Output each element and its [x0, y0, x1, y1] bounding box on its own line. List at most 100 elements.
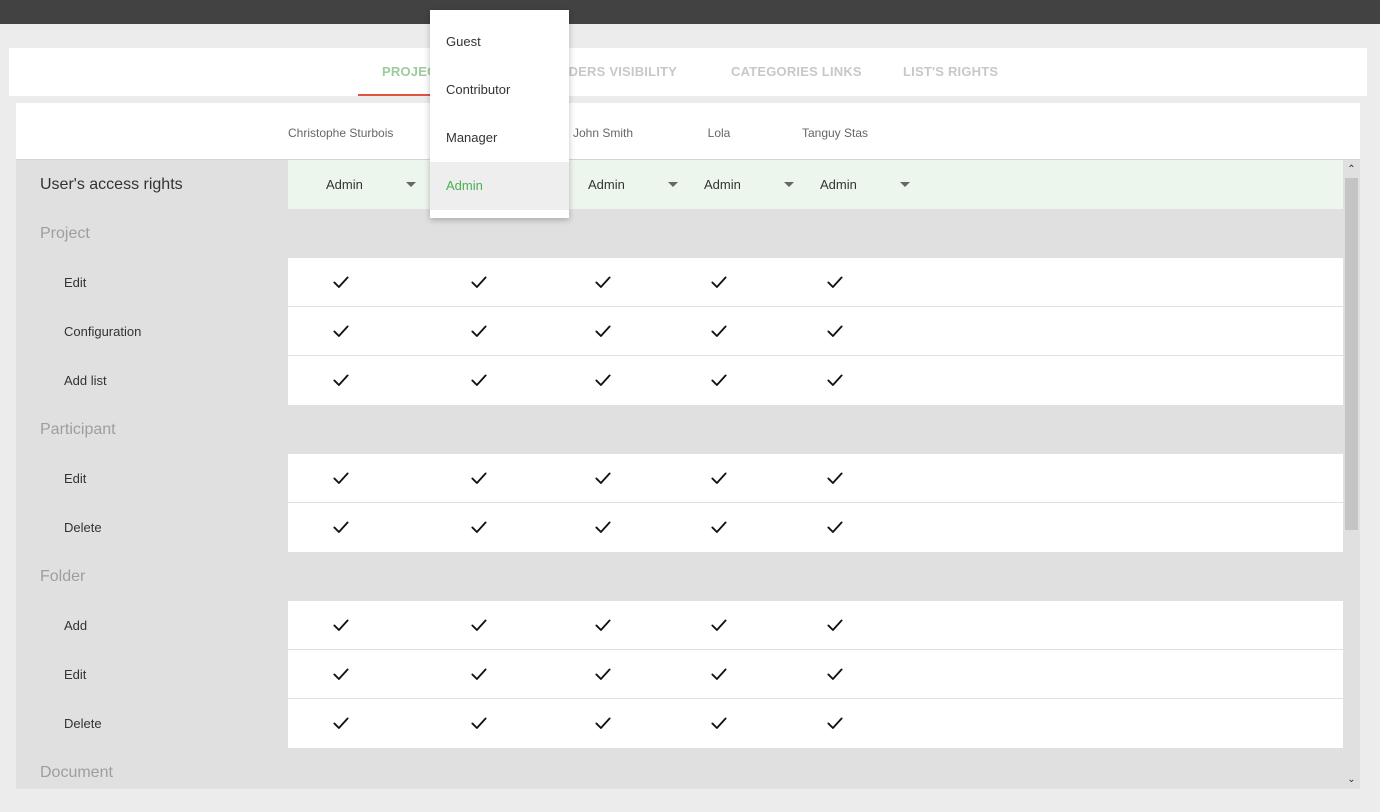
permission-label: Edit: [64, 471, 87, 486]
role-dropdown-menu: Guest Contributor Manager Admin: [430, 10, 569, 218]
chevron-down-icon[interactable]: ⌄: [1343, 772, 1360, 788]
role-row: User's access rights Admin Admin Admin Admin: [16, 160, 1343, 209]
check-icon[interactable]: [593, 321, 613, 341]
permission-cells: [288, 503, 1343, 552]
check-icon[interactable]: [469, 321, 489, 341]
check-icon[interactable]: [469, 615, 489, 635]
dropdown-option-manager[interactable]: Manager: [430, 114, 569, 162]
check-icon[interactable]: [593, 713, 613, 733]
scrollbar-thumb[interactable]: [1345, 178, 1358, 530]
check-icon[interactable]: [709, 370, 729, 390]
check-icon[interactable]: [825, 664, 845, 684]
check-icon[interactable]: [593, 615, 613, 635]
check-icon[interactable]: [469, 664, 489, 684]
column-header-user: Christophe Sturbois: [288, 126, 394, 140]
role-row-label: User's access rights: [40, 176, 183, 193]
table-row: Edit: [16, 454, 1343, 503]
section-row: Document: [16, 748, 1343, 789]
active-tab-indicator: [358, 94, 438, 96]
check-icon[interactable]: [593, 370, 613, 390]
section-title: Participant: [40, 421, 116, 438]
check-icon[interactable]: [469, 468, 489, 488]
permission-label: Delete: [64, 716, 102, 731]
dropdown-option-guest[interactable]: Guest: [430, 18, 569, 66]
check-icon[interactable]: [709, 615, 729, 635]
tab-categories-links[interactable]: CATEGORIES LINKS: [731, 48, 862, 96]
check-icon[interactable]: [331, 713, 351, 733]
check-icon[interactable]: [825, 370, 845, 390]
check-icon[interactable]: [593, 664, 613, 684]
role-select-value: Admin: [820, 177, 857, 192]
role-select[interactable]: Admin: [820, 160, 912, 209]
caret-down-icon: [784, 182, 794, 187]
table-header: Christophe Sturbois John Smith Lola Tang…: [16, 103, 1360, 160]
table-row: Configuration: [16, 307, 1343, 356]
check-icon[interactable]: [331, 517, 351, 537]
column-header-user: Tanguy Stas: [801, 126, 869, 140]
permission-cells: [288, 650, 1343, 698]
section-title: Project: [40, 225, 90, 242]
check-icon[interactable]: [825, 615, 845, 635]
table-row: Add: [16, 601, 1343, 650]
top-bar: [0, 0, 1380, 24]
check-icon[interactable]: [331, 664, 351, 684]
role-select[interactable]: Admin: [704, 160, 796, 209]
permission-label: Delete: [64, 520, 102, 535]
tab-bar: PROJECT FOLDERS VISIBILITY CATEGORIES LI…: [9, 48, 1367, 96]
permission-label: Add: [64, 618, 88, 633]
role-select[interactable]: Admin: [326, 160, 418, 209]
table-row: Edit: [16, 650, 1343, 699]
permission-cells: [288, 699, 1343, 748]
check-icon[interactable]: [331, 615, 351, 635]
check-icon[interactable]: [593, 272, 613, 292]
check-icon[interactable]: [593, 468, 613, 488]
column-header-user: Lola: [707, 126, 731, 140]
role-select[interactable]: Admin: [588, 160, 680, 209]
table-row: Edit: [16, 258, 1343, 307]
check-icon[interactable]: [709, 468, 729, 488]
check-icon[interactable]: [825, 713, 845, 733]
table-body: User's access rights Admin Admin Admin Admin…: [16, 160, 1343, 789]
vertical-scrollbar[interactable]: ⌃ ⌄: [1343, 160, 1360, 789]
role-select-value: Admin: [704, 177, 741, 192]
check-icon[interactable]: [709, 272, 729, 292]
check-icon[interactable]: [469, 370, 489, 390]
caret-down-icon: [900, 182, 910, 187]
check-icon[interactable]: [709, 517, 729, 537]
section-title: Document: [40, 764, 113, 781]
permission-cells: [288, 356, 1343, 405]
check-icon[interactable]: [825, 517, 845, 537]
dropdown-option-contributor[interactable]: Contributor: [430, 66, 569, 114]
tab-lists-rights[interactable]: LIST'S RIGHTS: [903, 48, 998, 96]
chevron-up-icon[interactable]: ⌃: [1343, 162, 1360, 178]
dropdown-option-admin[interactable]: Admin: [430, 162, 569, 210]
check-icon[interactable]: [709, 321, 729, 341]
check-icon[interactable]: [469, 272, 489, 292]
permission-label: Configuration: [64, 324, 142, 339]
section-row: Participant: [16, 405, 1343, 454]
check-icon[interactable]: [331, 321, 351, 341]
table-row: Delete: [16, 503, 1343, 552]
check-icon[interactable]: [825, 321, 845, 341]
role-select-value: Admin: [588, 177, 625, 192]
permission-label: Edit: [64, 275, 87, 290]
check-icon[interactable]: [709, 713, 729, 733]
check-icon[interactable]: [331, 272, 351, 292]
check-icon[interactable]: [469, 713, 489, 733]
table-row: Delete: [16, 699, 1343, 748]
check-icon[interactable]: [709, 664, 729, 684]
check-icon[interactable]: [593, 517, 613, 537]
role-select-value: Admin: [326, 177, 363, 192]
check-icon[interactable]: [331, 468, 351, 488]
caret-down-icon: [668, 182, 678, 187]
permission-cells: [288, 454, 1343, 502]
permission-label: Add list: [64, 373, 107, 388]
check-icon[interactable]: [331, 370, 351, 390]
caret-down-icon: [406, 182, 416, 187]
check-icon[interactable]: [469, 517, 489, 537]
section-title: Folder: [40, 568, 86, 585]
table-row: Add list: [16, 356, 1343, 405]
check-icon[interactable]: [825, 468, 845, 488]
check-icon[interactable]: [825, 272, 845, 292]
access-rights-table: Christophe Sturbois John Smith Lola Tang…: [16, 103, 1360, 789]
